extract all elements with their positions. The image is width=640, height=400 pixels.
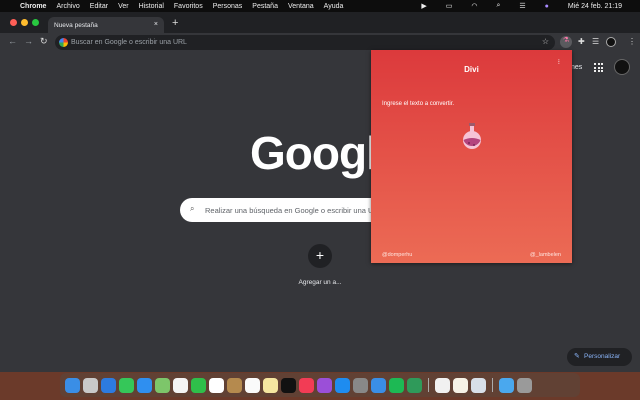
new-tab-button[interactable]: + — [172, 17, 178, 29]
spotlight-icon[interactable]: ⌕ — [496, 2, 500, 10]
dock-messages-icon[interactable] — [119, 377, 134, 393]
menu-archivo[interactable]: Archivo — [56, 3, 79, 10]
reload-icon[interactable]: ↻ — [40, 36, 48, 47]
battery-icon[interactable]: ▭ — [446, 2, 453, 10]
add-shortcut-label: Agregar un a... — [298, 279, 342, 286]
menu-ayuda[interactable]: Ayuda — [324, 3, 344, 10]
dock-facetime-icon[interactable] — [191, 377, 206, 393]
menu-pestana[interactable]: Pestaña — [252, 3, 278, 10]
dock-mail-icon[interactable] — [137, 377, 152, 393]
pencil-icon: ✎ — [574, 353, 580, 360]
search-placeholder: Realizar una búsqueda en Google o escrib… — [205, 206, 384, 215]
profile-avatar-icon[interactable] — [606, 37, 616, 47]
potion-flask-icon — [463, 123, 481, 149]
author-link-left[interactable]: @domperhu — [382, 252, 412, 258]
dock-folder-icon[interactable] — [499, 377, 514, 393]
menu-ver[interactable]: Ver — [118, 3, 129, 10]
dock-textedit-icon[interactable] — [453, 377, 468, 393]
close-window-button[interactable] — [10, 19, 17, 26]
extensions-puzzle-icon[interactable]: ✚ — [578, 37, 585, 46]
bookmark-star-icon[interactable]: ☆ — [542, 37, 549, 46]
account-avatar[interactable] — [614, 59, 630, 75]
tab-new-tab[interactable]: Nueva pestaña × — [48, 17, 164, 33]
back-icon[interactable]: ← — [8, 36, 17, 46]
dock-xcode-icon[interactable] — [371, 377, 386, 393]
dock-maps-icon[interactable] — [155, 377, 170, 393]
menu-favoritos[interactable]: Favoritos — [174, 3, 203, 10]
dock-reminders-icon[interactable] — [245, 377, 260, 393]
dock-safari-icon[interactable] — [101, 377, 116, 393]
menu-editar[interactable]: Editar — [90, 3, 108, 10]
dock-system-preferences-icon[interactable] — [353, 377, 368, 393]
dock-separator — [428, 378, 429, 392]
clock[interactable]: Mié 24 feb. 21:19 — [568, 3, 622, 10]
control-center-icon[interactable]: ☰ — [519, 2, 525, 10]
google-icon — [59, 38, 68, 47]
close-tab-icon[interactable]: × — [154, 21, 158, 28]
menu-ventana[interactable]: Ventana — [288, 3, 314, 10]
dock-music-icon[interactable] — [299, 377, 314, 393]
dock-app-store-icon[interactable] — [335, 377, 350, 393]
customize-button[interactable]: ✎ Personalizar — [567, 348, 632, 366]
wifi-icon[interactable]: ◠ — [471, 2, 477, 10]
dock-spotify-icon[interactable] — [389, 377, 404, 393]
divi-extension-icon[interactable]: ⚗ — [560, 36, 572, 48]
divi-extension-popup: Divi ⁝ Ingrese el texto a convertir. @do… — [371, 50, 572, 263]
omnibox-placeholder: Buscar en Google o escribir una URL — [71, 39, 187, 46]
search-icon: ⌕ — [190, 204, 195, 213]
menu-historial[interactable]: Historial — [139, 3, 164, 10]
popup-title: Divi — [464, 65, 479, 74]
dock — [60, 373, 580, 397]
menu-chrome[interactable]: Chrome — [20, 3, 46, 10]
dock-separator — [492, 378, 493, 392]
forward-icon[interactable]: → — [24, 36, 33, 46]
dock-launchpad-icon[interactable] — [83, 377, 98, 393]
dock-tv-icon[interactable] — [281, 377, 296, 393]
dock-chrome-icon[interactable] — [435, 377, 450, 393]
tab-strip: Nueva pestaña × + — [0, 12, 640, 33]
media-queue-icon[interactable]: ☰ — [592, 37, 599, 46]
dock-preview-icon[interactable] — [471, 377, 486, 393]
tab-title: Nueva pestaña — [54, 22, 98, 29]
dock-notes-icon[interactable] — [263, 377, 278, 393]
dock-calendar-icon[interactable] — [209, 377, 224, 393]
dock-finder-icon[interactable] — [65, 377, 80, 393]
popup-prompt: Ingrese el texto a convertir. — [382, 101, 455, 107]
popup-menu-icon[interactable]: ⁝ — [558, 58, 560, 66]
menu-personas[interactable]: Personas — [213, 3, 243, 10]
dock-podcasts-icon[interactable] — [317, 377, 332, 393]
menu-bar: Chrome Archivo Editar Ver Historial Favo… — [0, 0, 640, 12]
dock-trash-icon[interactable] — [517, 377, 532, 393]
author-link-right[interactable]: @_lambelen — [530, 252, 561, 258]
play-icon[interactable]: ▶ — [421, 2, 426, 10]
add-shortcut-button[interactable]: + — [308, 244, 332, 268]
dock-screen-sharing-icon[interactable] — [407, 377, 422, 393]
google-apps-icon[interactable] — [594, 63, 603, 72]
siri-icon[interactable]: ● — [545, 3, 549, 10]
customize-label: Personalizar — [584, 353, 621, 360]
omnibox[interactable]: Buscar en Google o escribir una URL ☆ — [55, 35, 555, 50]
minimize-window-button[interactable] — [21, 19, 28, 26]
dock-photos-icon[interactable] — [173, 377, 188, 393]
dock-contacts-icon[interactable] — [227, 377, 242, 393]
more-menu-icon[interactable]: ⋮ — [628, 37, 636, 46]
maximize-window-button[interactable] — [32, 19, 39, 26]
images-link[interactable]: nes — [571, 64, 582, 71]
